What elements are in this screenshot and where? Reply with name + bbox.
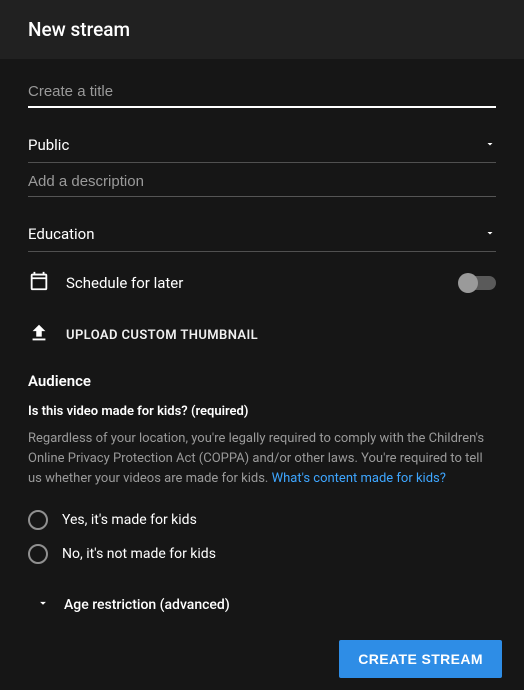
chevron-down-icon xyxy=(484,225,496,243)
radio-no-kids[interactable]: No, it's not made for kids xyxy=(28,537,496,571)
radio-label: Yes, it's made for kids xyxy=(62,512,197,528)
schedule-toggle[interactable] xyxy=(460,276,496,290)
description-input[interactable] xyxy=(28,163,496,197)
visibility-value: Public xyxy=(28,136,69,154)
radio-icon xyxy=(28,544,48,564)
audience-disclaimer: Regardless of your location, you're lega… xyxy=(28,429,496,503)
chevron-down-icon xyxy=(484,136,496,154)
title-input[interactable] xyxy=(28,73,496,108)
radio-icon xyxy=(28,510,48,530)
audience-question: Is this video made for kids? (required) xyxy=(28,404,496,429)
create-stream-button[interactable]: CREATE STREAM xyxy=(339,640,502,678)
calendar-icon xyxy=(28,270,50,296)
age-restriction-label: Age restriction (advanced) xyxy=(64,597,230,613)
upload-thumbnail-button[interactable]: UPLOAD CUSTOM THUMBNAIL xyxy=(28,304,496,366)
radio-label: No, it's not made for kids xyxy=(62,546,216,562)
upload-icon xyxy=(28,322,50,348)
schedule-label: Schedule for later xyxy=(66,274,444,292)
dialog-header: New stream xyxy=(0,0,524,59)
radio-yes-kids[interactable]: Yes, it's made for kids xyxy=(28,503,496,537)
dialog-title: New stream xyxy=(28,18,496,41)
schedule-row: Schedule for later xyxy=(28,252,496,304)
dialog-footer: CREATE STREAM xyxy=(339,640,502,678)
description-field xyxy=(28,163,496,197)
category-value: Education xyxy=(28,225,95,243)
chevron-down-icon xyxy=(36,595,50,614)
coppa-link[interactable]: What's content made for kids? xyxy=(272,471,446,486)
dialog-content: Public Education Schedule for later xyxy=(0,59,524,634)
category-select[interactable]: Education xyxy=(28,211,496,252)
age-restriction-toggle[interactable]: Age restriction (advanced) xyxy=(28,571,496,614)
visibility-select[interactable]: Public xyxy=(28,122,496,163)
new-stream-dialog: New stream Public Education Schedule for… xyxy=(0,0,524,690)
upload-thumbnail-label: UPLOAD CUSTOM THUMBNAIL xyxy=(66,328,258,343)
title-field xyxy=(28,73,496,108)
audience-heading: Audience xyxy=(28,366,496,404)
